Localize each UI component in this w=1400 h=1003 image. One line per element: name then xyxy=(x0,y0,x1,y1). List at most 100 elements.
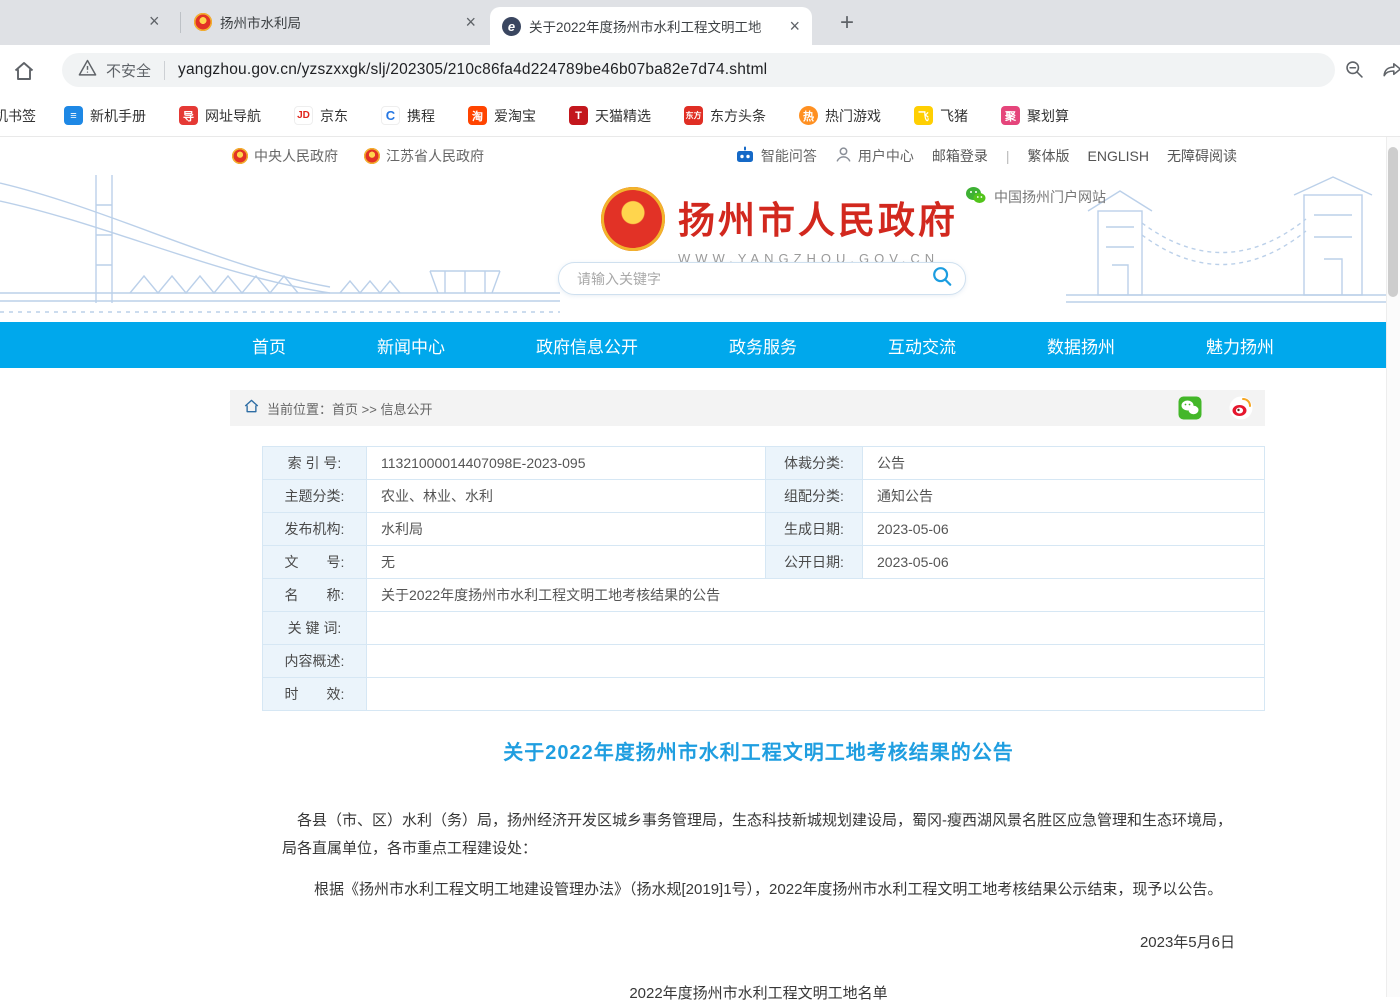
meta-label: 生成日期: xyxy=(766,513,863,546)
address-bar[interactable]: 不安全 yangzhou.gov.cn/yzszxxgk/slj/202305/… xyxy=(62,53,1335,87)
table-row: 时 效: xyxy=(263,678,1265,711)
main-navigation: 首页 新闻中心 政府信息公开 政务服务 互动交流 数据扬州 魅力扬州 xyxy=(0,322,1386,368)
meta-value: 2023-05-06 xyxy=(863,546,1265,579)
utility-divider: | xyxy=(1006,148,1010,164)
search-icon[interactable] xyxy=(931,265,953,292)
document-meta-table: 索 引 号: 11321000014407098E-2023-095 体裁分类:… xyxy=(262,446,1265,711)
wechat-share-icon[interactable] xyxy=(1178,396,1202,420)
link-english[interactable]: ENGLISH xyxy=(1088,148,1149,164)
close-tab-icon[interactable]: × xyxy=(789,17,800,35)
taobao-favicon: 淘 xyxy=(468,106,487,125)
bookmark-label: 新机手册 xyxy=(90,106,146,126)
link-user-center[interactable]: 用户中心 xyxy=(835,146,914,166)
zoom-out-icon[interactable] xyxy=(1344,59,1365,85)
bookmark-hot-games[interactable]: 热 热门游戏 xyxy=(799,106,881,126)
bookmark-juhuasuan[interactable]: 聚 聚划算 xyxy=(1001,106,1069,126)
link-jiangsu-government[interactable]: 江苏省人民政府 xyxy=(364,146,484,166)
search-input[interactable] xyxy=(577,271,931,287)
national-emblem-logo xyxy=(601,187,665,251)
meta-label: 公开日期: xyxy=(766,546,863,579)
weibo-share-icon[interactable] xyxy=(1229,396,1253,420)
meta-label: 文 号: xyxy=(263,546,367,579)
bookmarks-bar: 机书签 ≡ 新机手册 导 网址导航 JD 京东 C 携程 淘 爱淘宝 T 天猫精… xyxy=(0,95,1400,137)
share-icon[interactable] xyxy=(1382,59,1400,85)
link-smart-qa[interactable]: 智能问答 xyxy=(735,146,817,166)
bookmark-label: 爱淘宝 xyxy=(494,106,536,126)
navigation-favicon: 导 xyxy=(179,106,198,125)
close-tab-icon[interactable]: × xyxy=(465,13,476,31)
nav-item-home[interactable]: 首页 xyxy=(252,333,286,358)
home-icon[interactable] xyxy=(12,59,36,88)
meta-value: 关于2022年度扬州市水利工程文明工地考核结果的公告 xyxy=(367,579,1265,612)
article-date: 2023年5月6日 xyxy=(282,931,1235,952)
link-mail-login[interactable]: 邮箱登录 xyxy=(932,146,988,166)
juhuasuan-favicon: 聚 xyxy=(1001,106,1020,125)
nav-item-interaction[interactable]: 互动交流 xyxy=(888,333,956,358)
breadcrumb-separator: >> xyxy=(362,402,377,417)
meta-value xyxy=(367,612,1265,645)
bookmark-label: 机书签 xyxy=(0,106,36,126)
meta-label: 内容概述: xyxy=(263,645,367,678)
link-central-government[interactable]: 中央人民政府 xyxy=(232,146,338,166)
bookmark-fliggy[interactable]: 飞 飞猪 xyxy=(914,106,968,126)
games-favicon: 热 xyxy=(799,106,818,125)
breadcrumb-home-link[interactable]: 首页 xyxy=(332,402,358,417)
meta-value: 通知公告 xyxy=(863,480,1265,513)
bridge-illustration-right xyxy=(1066,175,1386,322)
page-scrollbar[interactable] xyxy=(1386,137,1400,997)
breadcrumb-bar: 当前位置：首页 >> 信息公开 xyxy=(230,390,1265,426)
bookmark-new-phone-manual[interactable]: ≡ 新机手册 xyxy=(64,106,146,126)
meta-value xyxy=(367,678,1265,711)
gov-emblem-icon xyxy=(232,148,248,164)
portal-label: 中国扬州门户网站 xyxy=(994,187,1106,207)
link-label: 江苏省人民政府 xyxy=(386,146,484,166)
table-row: 发布机构: 水利局 生成日期: 2023-05-06 xyxy=(263,513,1265,546)
wechat-icon xyxy=(965,186,986,208)
meta-value: 2023-05-06 xyxy=(863,513,1265,546)
meta-label: 主题分类: xyxy=(263,480,367,513)
jd-favicon: JD xyxy=(294,106,313,125)
search-box[interactable] xyxy=(558,262,966,295)
meta-label: 发布机构: xyxy=(263,513,367,546)
browser-tab-active-announcement[interactable]: e 关于2022年度扬州市水利工程文明工地 × xyxy=(490,7,812,45)
security-warning-icon[interactable] xyxy=(78,59,97,81)
bookmark-dongfang-toutiao[interactable]: 东方 东方头条 xyxy=(684,106,766,126)
link-label: 用户中心 xyxy=(858,146,914,166)
bridge-illustration-left xyxy=(0,175,560,322)
bookmark-jd[interactable]: JD 京东 xyxy=(294,106,348,126)
portal-badge[interactable]: 中国扬州门户网站 xyxy=(965,186,1106,208)
meta-label: 体裁分类: xyxy=(766,447,863,480)
url-text[interactable]: yangzhou.gov.cn/yzszxxgk/slj/202305/210c… xyxy=(178,61,767,79)
nav-item-gov-services[interactable]: 政务服务 xyxy=(729,333,797,358)
gov-emblem-favicon xyxy=(194,13,212,31)
breadcrumb-home-icon[interactable] xyxy=(244,399,259,418)
bookmark-site-navigation[interactable]: 导 网址导航 xyxy=(179,106,261,126)
link-accessibility[interactable]: 无障碍阅读 xyxy=(1167,146,1237,166)
nav-item-data-yangzhou[interactable]: 数据扬州 xyxy=(1047,333,1115,358)
site-banner: 扬州市人民政府 WWW.YANGZHOU.GOV.CN 中国扬州门户网站 xyxy=(0,175,1386,322)
link-traditional-chinese[interactable]: 繁体版 xyxy=(1028,146,1070,166)
nav-item-gov-info-disclosure[interactable]: 政府信息公开 xyxy=(536,333,638,358)
new-tab-button[interactable]: + xyxy=(833,9,861,37)
browser-tab-yangzhou-water-bureau[interactable]: 扬州市水利局 × xyxy=(182,0,488,44)
bookmark-label: 东方头条 xyxy=(710,106,766,126)
bookmark-ctrip[interactable]: C 携程 xyxy=(381,106,435,126)
bookmark-label: 热门游戏 xyxy=(825,106,881,126)
nav-item-news-center[interactable]: 新闻中心 xyxy=(377,333,445,358)
site-title: 扬州市人民政府 xyxy=(678,190,958,244)
link-label: 中央人民政府 xyxy=(254,146,338,166)
bookmark-mobile-bookmarks[interactable]: 机书签 xyxy=(0,106,36,126)
ctrip-favicon: C xyxy=(381,106,400,125)
breadcrumb-current-link[interactable]: 信息公开 xyxy=(380,402,432,417)
manual-favicon: ≡ xyxy=(64,106,83,125)
bookmark-label: 聚划算 xyxy=(1027,106,1069,126)
bookmark-tmall[interactable]: T 天猫精选 xyxy=(569,106,651,126)
nav-item-charm-yangzhou[interactable]: 魅力扬州 xyxy=(1206,333,1274,358)
bookmark-aitaobao[interactable]: 淘 爱淘宝 xyxy=(468,106,536,126)
scrollbar-thumb[interactable] xyxy=(1388,147,1398,297)
meta-label: 名 称: xyxy=(263,579,367,612)
close-tab-icon[interactable]: × xyxy=(149,12,160,30)
gov-emblem-icon xyxy=(364,148,380,164)
article-list-title: 2022年度扬州市水利工程文明工地名单 xyxy=(282,982,1235,1003)
meta-value: 农业、林业、水利 xyxy=(367,480,766,513)
